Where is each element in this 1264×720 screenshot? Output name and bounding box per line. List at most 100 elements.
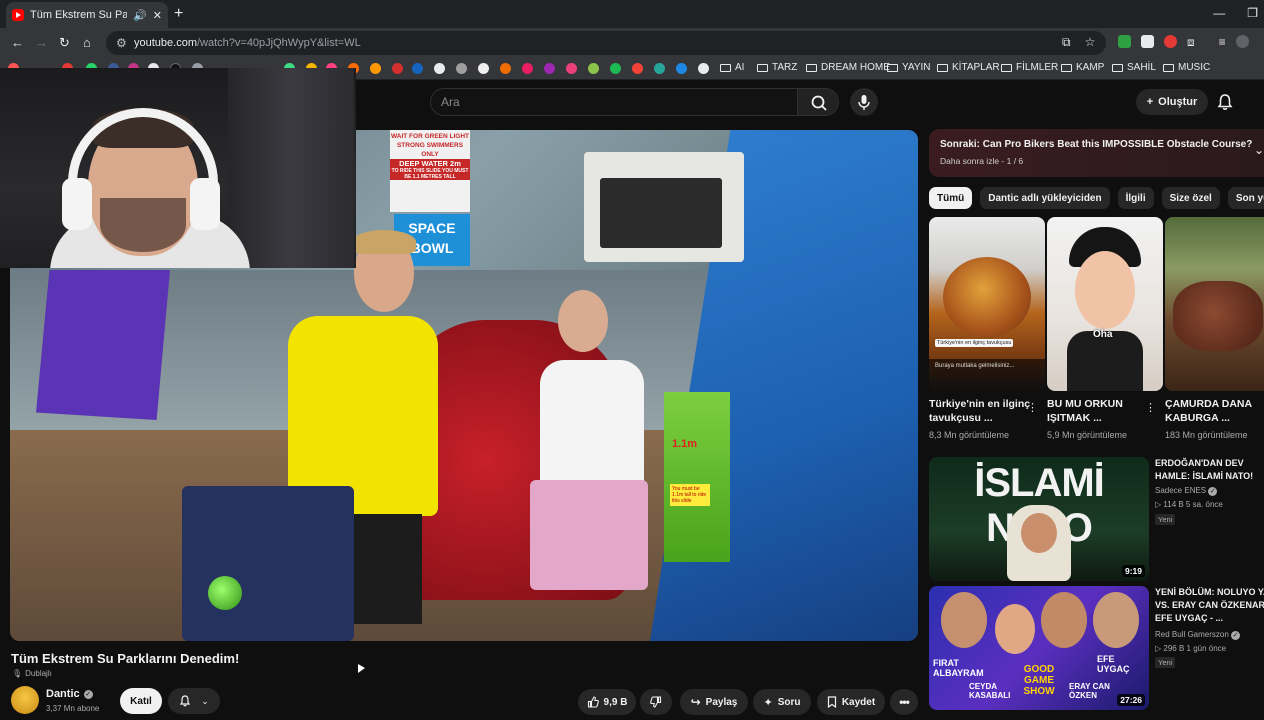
video-channel[interactable]: Red Bull Gamerszon ✓ (1155, 629, 1241, 641)
bookmark-icon[interactable] (610, 63, 621, 74)
home-icon[interactable]: ⌂ (83, 35, 91, 50)
bookmark-folder-kamp[interactable]: KAMP (1061, 62, 1104, 73)
restore-button[interactable]: ❐ (1247, 6, 1258, 20)
reload-icon[interactable]: ↻ (59, 35, 70, 51)
short-views: 8,3 Mn görüntüleme (929, 430, 1010, 440)
bookmark-icon[interactable] (698, 63, 709, 74)
bookmark-icon[interactable] (654, 63, 665, 74)
bookmark-icon[interactable] (370, 63, 381, 74)
share-button[interactable]: ↪ Paylaş (680, 689, 748, 715)
person2-head (558, 290, 608, 352)
chip-from-uploader[interactable]: Dantic adlı yükleyiciden (980, 187, 1110, 209)
thumbnail-name: FIRAT ALBAYRAM (933, 658, 984, 678)
site-info-icon[interactable]: ⚙ (116, 36, 127, 50)
bookmark-icon[interactable] (544, 63, 555, 74)
video-channel[interactable]: Sadece ENES ✓ (1155, 485, 1218, 497)
install-app-icon[interactable]: ⧉ (1062, 35, 1071, 50)
tab-close-icon[interactable]: ✕ (153, 9, 162, 22)
video-thumbnail[interactable]: İSLAMİ NATO 9:19 (929, 457, 1149, 581)
bookmark-folder-sahil[interactable]: SAHİL (1112, 62, 1156, 73)
extension-icon[interactable] (1118, 35, 1131, 48)
profile-avatar[interactable] (1235, 35, 1249, 48)
bookmark-icon[interactable] (434, 63, 445, 74)
extension-icon[interactable] (1164, 35, 1177, 48)
save-button[interactable]: Kaydet (817, 689, 885, 715)
bookmark-star-icon[interactable]: ☆ (1085, 35, 1096, 50)
height-banner: 1.1m You must be 1.1m tall to ride this … (664, 392, 730, 562)
video-duration: 27:26 (1117, 694, 1145, 706)
bookmark-folder-dream-home[interactable]: DREAM HOME (806, 62, 890, 73)
extensions-puzzle-icon[interactable]: ⧈ (1187, 35, 1195, 50)
short-title[interactable]: Türkiye'nin en ilginç tavukçusu ... (929, 397, 1033, 425)
video-thumbnail[interactable]: FIRAT ALBAYRAM CEYDA KASABALI GOOD GAME … (929, 586, 1149, 710)
short-caption: Buraya mutlaka gelmelisiniz... (935, 363, 1015, 369)
bookmark-icon[interactable] (412, 63, 423, 74)
bookmark-save-icon (827, 696, 836, 708)
search-button[interactable] (797, 88, 839, 116)
chip-all[interactable]: Tümü (929, 187, 973, 209)
notifications-bell-icon[interactable] (1216, 93, 1234, 111)
search-icon (811, 95, 827, 111)
bookmark-icon[interactable] (676, 63, 687, 74)
next-video-line: Sonraki: Can Pro Bikers Beat this IMPOSS… (940, 139, 1253, 150)
play-icon: ▷ (1155, 644, 1162, 653)
minimize-button[interactable]: — (1213, 6, 1225, 20)
channel-avatar[interactable] (11, 686, 39, 714)
dislike-button[interactable] (640, 689, 672, 715)
join-button[interactable]: Katıl (120, 688, 162, 714)
channel-name[interactable]: Dantic ✓ (46, 688, 93, 700)
ask-button[interactable]: ✦ Soru (753, 689, 811, 715)
bookmark-folder-filmler[interactable]: FİLMLER (1001, 62, 1058, 73)
bookmark-icon[interactable] (522, 63, 533, 74)
thumbs-up-icon (587, 696, 599, 708)
browser-tab[interactable]: Tüm Ekstrem Su Parklarını D 🔊 ✕ (6, 2, 168, 28)
bookmark-icon[interactable] (588, 63, 599, 74)
address-bar[interactable]: ⚙ youtube.com/watch?v=40pJjQhWypY&list=W… (106, 31, 1106, 55)
audio-track-icon: 🎙 (12, 669, 23, 678)
playlist-next-panel[interactable]: Sonraki: Can Pro Bikers Beat this IMPOSS… (929, 129, 1264, 177)
chip-related[interactable]: İlgili (1117, 187, 1154, 209)
short-title[interactable]: ÇAMURDA DANA KABURGA ... (1165, 397, 1264, 425)
create-button[interactable]: + Oluştur (1136, 89, 1208, 115)
back-arrow-icon[interactable]: ← (11, 35, 24, 50)
height-note: You must be 1.1m tall to ride this slide (670, 484, 710, 506)
search-input[interactable]: Ara (430, 88, 798, 116)
folder-icon (1061, 63, 1072, 72)
speaker-icon[interactable]: 🔊 (133, 9, 147, 22)
subscription-bell-button[interactable]: ⌄ (168, 688, 220, 714)
bookmark-icon[interactable] (632, 63, 643, 74)
video-title[interactable]: ERDOĞAN'DAN DEV HAMLE: İSLAMİ NATO! (1155, 457, 1264, 483)
chip-for-you[interactable]: Size özel (1161, 187, 1220, 209)
bookmark-folder-yayin[interactable]: YAYIN (887, 62, 931, 73)
bookmark-folder-kitaplar[interactable]: KİTAPLAR (937, 62, 1000, 73)
play-icon: ▷ (1155, 500, 1162, 509)
video-title[interactable]: YENİ BÖLÜM: NOLUYO YA VS. ERAY CAN ÖZKEN… (1155, 586, 1264, 625)
bookmark-folder-ai[interactable]: AI (720, 62, 744, 73)
media-control-icon[interactable]: ≡ (1219, 35, 1226, 50)
short-thumbnail[interactable]: Türkiye'nin en ilginç tavukçusu Buraya m… (929, 217, 1045, 391)
chip-recently-uploaded[interactable]: Son yükl (1227, 187, 1264, 209)
more-actions-button[interactable]: ••• (890, 689, 918, 715)
short-thumbnail[interactable]: Oha (1047, 217, 1163, 391)
bookmark-folder-music[interactable]: MUSIC (1163, 62, 1210, 73)
bookmark-icon[interactable] (566, 63, 577, 74)
voice-search-button[interactable] (850, 88, 878, 116)
browser-toolbar: ← → ↻ ⌂ ⚙ youtube.com/watch?v=40pJjQhWyp… (0, 28, 1264, 58)
bookmark-icon[interactable] (478, 63, 489, 74)
bookmark-icon[interactable] (392, 63, 403, 74)
chevron-down-icon[interactable]: ⌄ (1254, 143, 1264, 157)
height-label: 1.1m (672, 438, 698, 450)
extension-icon[interactable] (1141, 35, 1154, 48)
more-vertical-icon[interactable]: ⋮ (1145, 401, 1156, 414)
more-vertical-icon[interactable]: ⋮ (1027, 401, 1038, 414)
forward-arrow-icon[interactable]: → (35, 35, 48, 50)
short-thumbnail[interactable] (1165, 217, 1264, 391)
short-views: 5,9 Mn görüntüleme (1047, 430, 1128, 440)
short-title[interactable]: BU MU ORKUN IŞITMAK ... (1047, 397, 1151, 425)
bookmark-icon[interactable] (456, 63, 467, 74)
bookmark-folder-tarz[interactable]: TARZ (757, 62, 797, 73)
bookmark-icon[interactable] (500, 63, 511, 74)
folder-icon (720, 63, 731, 72)
new-tab-button[interactable]: + (174, 5, 183, 23)
like-button[interactable]: 9,9 B (578, 689, 636, 715)
